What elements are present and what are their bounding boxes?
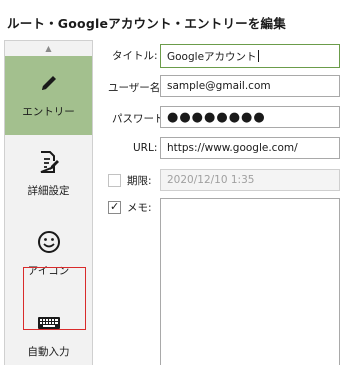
username-value: sample@gmail.com: [167, 80, 271, 92]
sidebar-scroll-up-button[interactable]: ▲: [5, 41, 92, 56]
expiry-checkbox[interactable]: [108, 174, 121, 187]
dialog-title: ルート・Googleアカウント・エントリーを編集: [7, 16, 286, 31]
url-value: https://www.google.com/: [167, 142, 298, 154]
sidebar-item-entry[interactable]: エントリー: [5, 56, 92, 135]
memo-textarea[interactable]: [160, 198, 340, 365]
url-input[interactable]: https://www.google.com/: [160, 137, 340, 159]
sidebar: ▲ エントリー 詳細設定 アイコン 自動入力: [4, 40, 93, 365]
memo-checkbox[interactable]: ✓: [108, 200, 121, 214]
username-input[interactable]: sample@gmail.com: [160, 75, 340, 97]
expiry-value: 2020/12/10 1:35: [167, 174, 255, 186]
username-label: ユーザー名:: [108, 82, 164, 94]
sidebar-item-detail[interactable]: 詳細設定: [5, 135, 92, 214]
expiry-input[interactable]: 2020/12/10 1:35: [160, 169, 340, 191]
password-input[interactable]: ●●●●●●●●: [160, 106, 340, 128]
title-input[interactable]: Googleアカウント: [160, 44, 340, 68]
triangle-up-icon: ▲: [45, 44, 52, 53]
dialog-title-bar: ルート・Googleアカウント・エントリーを編集: [0, 0, 340, 40]
title-value: Googleアカウント: [167, 50, 257, 63]
sidebar-item-label: 自動入力: [27, 346, 70, 358]
document-edit-icon: [36, 149, 62, 175]
smiley-icon: [36, 229, 62, 255]
checkmark-icon: ✓: [110, 200, 120, 213]
pencil-icon: [36, 70, 62, 96]
expiry-label: 期限:: [127, 175, 152, 187]
highlight-box: [23, 267, 86, 330]
sidebar-item-label: エントリー: [22, 106, 75, 118]
sidebar-item-label: 詳細設定: [27, 185, 70, 197]
text-caret: [257, 50, 259, 62]
url-label: URL:: [133, 142, 158, 154]
password-value: ●●●●●●●●: [167, 109, 266, 125]
entry-form: タイトル: Googleアカウント ユーザー名: sample@gmail.co…: [93, 40, 340, 365]
memo-label: メモ:: [127, 202, 152, 214]
title-label: タイトル:: [112, 50, 158, 62]
